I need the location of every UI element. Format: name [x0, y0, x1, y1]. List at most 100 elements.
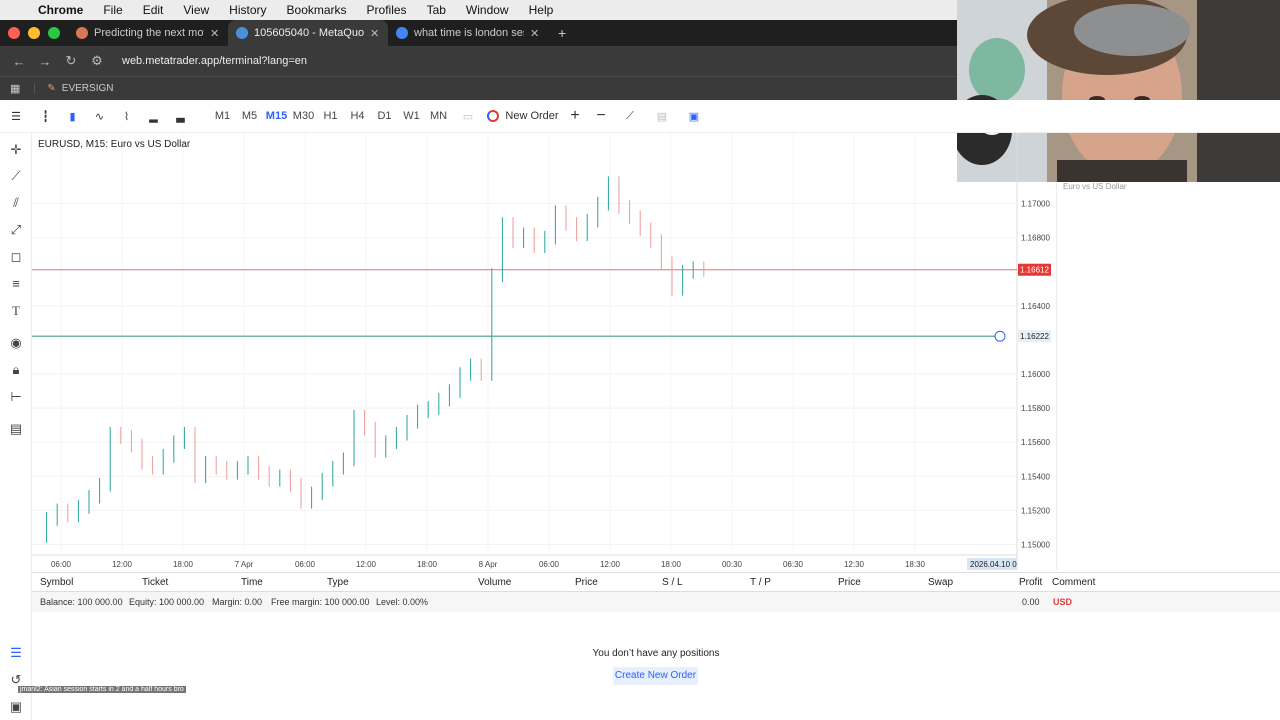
objects-tree-icon[interactable]: ⊢: [8, 389, 24, 405]
tab-google-search[interactable]: what time is london session - ✕: [388, 20, 548, 46]
trendline-icon[interactable]: ⟋: [8, 168, 24, 184]
col-comment[interactable]: Comment: [1052, 577, 1095, 588]
pitchfork-icon[interactable]: ⤢: [8, 222, 24, 238]
tab-title: Predicting the next move - Cl: [94, 27, 204, 39]
col-price[interactable]: Price: [575, 577, 598, 588]
zoom-window-icon[interactable]: [48, 27, 60, 39]
fibonacci-icon[interactable]: ≡: [8, 276, 24, 292]
tick-volumes-icon[interactable]: ▃: [167, 100, 194, 133]
menu-icon[interactable]: ☰: [0, 100, 32, 133]
menu-view[interactable]: View: [183, 3, 209, 17]
minimize-window-icon[interactable]: [28, 27, 40, 39]
price-tick-label-6: 1.15400: [1021, 472, 1050, 481]
timeframe-h4[interactable]: H4: [344, 100, 371, 133]
no-positions-message: You don’t have any positions: [592, 648, 720, 659]
col-type[interactable]: Type: [327, 577, 349, 588]
profit-total: 0.00: [1022, 597, 1040, 607]
col-volume[interactable]: Volume: [478, 577, 511, 588]
timeframe-d1[interactable]: D1: [371, 100, 398, 133]
lock-icon[interactable]: 🔒︎: [8, 362, 24, 378]
visibility-icon[interactable]: ◉: [8, 335, 24, 351]
menu-bookmarks[interactable]: Bookmarks: [287, 3, 347, 17]
menu-help[interactable]: Help: [529, 3, 554, 17]
shapes-icon[interactable]: ◻: [8, 249, 24, 265]
journal-icon[interactable]: ▣: [8, 699, 24, 715]
reload-icon[interactable]: ↻: [64, 53, 78, 69]
zoom-in-icon[interactable]: +: [562, 100, 588, 133]
url-field[interactable]: web.metatrader.app/terminal?lang=en: [122, 55, 307, 67]
channel-icon[interactable]: ⫽: [8, 195, 24, 211]
indicators-icon[interactable]: ⟋: [614, 100, 646, 133]
menu-window[interactable]: Window: [466, 3, 509, 17]
hline-handle: [994, 330, 1006, 342]
tab-claude[interactable]: Predicting the next move - Cl ✕: [68, 20, 228, 46]
price-tick-label-1: 1.16800: [1021, 234, 1050, 243]
col-symbol[interactable]: Symbol: [40, 577, 73, 588]
menu-history[interactable]: History: [229, 3, 266, 17]
free-margin-value: Free margin: 100 000.00: [271, 597, 370, 607]
forward-icon[interactable]: →: [38, 54, 52, 69]
timeframe-m15[interactable]: M15: [263, 100, 290, 133]
volumes-icon[interactable]: ▂: [140, 100, 167, 133]
price-tick-label-4: 1.15800: [1021, 404, 1050, 413]
templates-icon[interactable]: ▤: [646, 100, 678, 133]
time-tick-label-1: 12:00: [112, 560, 133, 569]
candles-group: [46, 176, 705, 543]
time-tick-label-12: 06:30: [783, 560, 804, 569]
balance-row: Balance: 100 000.00 Equity: 100 000.00 M…: [32, 592, 1280, 612]
menu-profiles[interactable]: Profiles: [367, 3, 407, 17]
time-tick-label-0: 06:00: [51, 560, 72, 569]
menu-tab[interactable]: Tab: [427, 3, 446, 17]
chart-settings-icon[interactable]: ▣: [678, 100, 710, 133]
one-click-trading-icon[interactable]: ▭: [452, 100, 484, 133]
line-chart-icon[interactable]: ∿: [86, 100, 113, 133]
col-swap[interactable]: Swap: [928, 577, 953, 588]
col-ticket[interactable]: Ticket: [142, 577, 168, 588]
time-tick-label-10: 18:00: [661, 560, 682, 569]
new-tab-icon[interactable]: +: [558, 25, 566, 41]
timeframe-mn[interactable]: MN: [425, 100, 452, 133]
candles-icon[interactable]: ▮: [59, 100, 86, 133]
stream-chat-ticker: jmanl2: Asian session starts in 2 and a …: [18, 686, 186, 693]
new-order-icon[interactable]: [484, 100, 502, 133]
col-time[interactable]: Time: [241, 577, 263, 588]
bookmark-eversign[interactable]: EVERSIGN: [62, 83, 114, 94]
timeframe-m5[interactable]: M5: [236, 100, 263, 133]
time-tick-label-6: 18:00: [417, 560, 438, 569]
apps-grid-icon[interactable]: ▦: [10, 82, 20, 95]
time-tick-label-9: 12:00: [600, 560, 621, 569]
zoom-out-icon[interactable]: −: [588, 100, 614, 133]
site-settings-icon[interactable]: ⚙: [90, 53, 104, 69]
time-end-label: 2026.04.10 0: [970, 560, 1017, 569]
create-new-order-button[interactable]: Create New Order: [613, 667, 698, 685]
price-chart[interactable]: 1.166121.16222 1.170001.168001.164001.16…: [32, 133, 1056, 570]
back-icon[interactable]: ←: [12, 54, 26, 69]
time-tick-label-14: 18:30: [905, 560, 926, 569]
timeframe-m1[interactable]: M1: [209, 100, 236, 133]
current-price-label: 1.16612: [1020, 266, 1049, 275]
text-tool-icon[interactable]: T: [8, 303, 24, 319]
timeframe-w1[interactable]: W1: [398, 100, 425, 133]
close-window-icon[interactable]: [8, 27, 20, 39]
close-tab-icon[interactable]: ✕: [370, 27, 379, 40]
col-tp[interactable]: T / P: [750, 577, 771, 588]
bar-chart-icon[interactable]: ┇: [32, 100, 59, 133]
crosshair-icon[interactable]: ✛: [8, 142, 24, 158]
close-tab-icon[interactable]: ✕: [210, 27, 219, 40]
menu-edit[interactable]: Edit: [143, 3, 164, 17]
menu-file[interactable]: File: [103, 3, 122, 17]
col-profit[interactable]: Profit: [1019, 577, 1042, 588]
col-sl[interactable]: S / L: [662, 577, 683, 588]
google-favicon-icon: [396, 27, 408, 39]
col-price-current[interactable]: Price: [838, 577, 861, 588]
close-tab-icon[interactable]: ✕: [530, 27, 539, 40]
layers-icon[interactable]: ▤: [8, 421, 24, 437]
currency-label: USD: [1053, 597, 1073, 607]
tab-metaquotes[interactable]: 105605040 - MetaQuotes-De ✕: [228, 20, 388, 46]
menu-app-name[interactable]: Chrome: [38, 3, 83, 17]
equity-value: Equity: 100 000.00: [129, 597, 205, 607]
new-order-button[interactable]: New Order: [502, 100, 562, 133]
area-chart-icon[interactable]: ⌇: [113, 100, 140, 133]
timeframe-h1[interactable]: H1: [317, 100, 344, 133]
timeframe-m30[interactable]: M30: [290, 100, 317, 133]
